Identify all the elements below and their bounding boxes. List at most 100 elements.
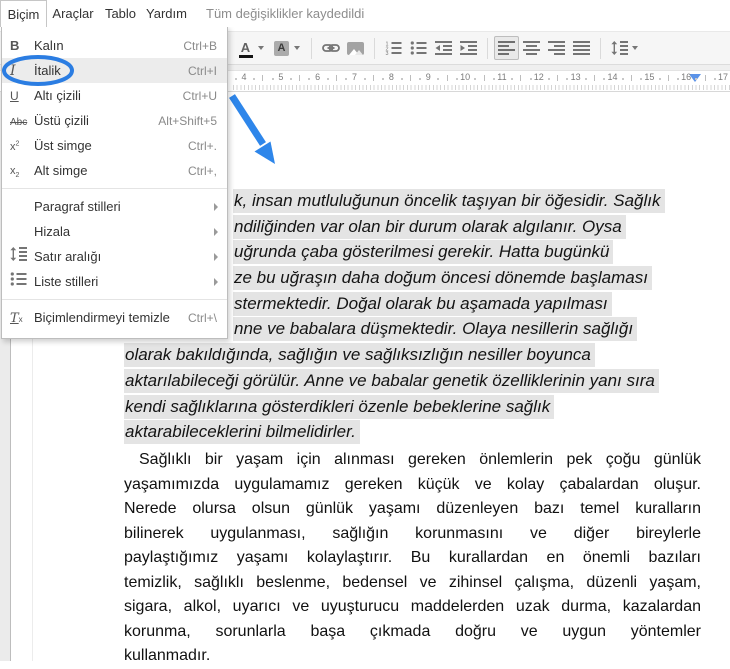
ruler-tick	[409, 75, 411, 81]
text-line[interactable]: stermektedir. Doğal olarak bu aşamada ya…	[233, 291, 724, 318]
ruler-number: 17	[718, 72, 729, 82]
ruler-tick	[345, 78, 348, 80]
menubar-item-bicim[interactable]: Biçim	[0, 0, 47, 27]
text-line[interactable]: ndiliğinden var olan bir durum olarak al…	[233, 214, 724, 241]
numbered-list-button[interactable]: 123	[381, 36, 406, 60]
text-line[interactable]: korunma, sorunlarla başa çıkmada doğru v…	[124, 620, 701, 645]
menu-item-shortcut: Ctrl+\	[187, 310, 217, 325]
bullet-list-button[interactable]	[406, 36, 431, 60]
text-line[interactable]: bilinerek uygulanması, sağlığın korunmas…	[124, 522, 701, 547]
menu-item-paragraf-stilleri[interactable]: Paragraf stilleri	[2, 194, 227, 219]
line-spacing-icon	[611, 41, 628, 55]
menu-item-label: Altı çizili	[34, 88, 81, 103]
text-line[interactable]: Nerede olursa olsun günlük yaşamı düzenl…	[124, 497, 701, 522]
line-spacing-icon	[10, 247, 34, 266]
text-line[interactable]: k, insan mutluluğunun öncelik taşıyan bi…	[233, 189, 724, 215]
ruler-tick	[363, 78, 366, 80]
text-color-button[interactable]: A	[233, 36, 258, 60]
align-justify-button[interactable]	[569, 36, 594, 60]
toolbar-divider	[311, 37, 312, 59]
ruler-tick	[594, 75, 596, 81]
text-line[interactable]: aktarılabileceği görülür. Anne ve babala…	[124, 368, 724, 395]
ruler-number: 5	[278, 72, 284, 82]
line-spacing-button[interactable]	[607, 36, 632, 60]
ruler-tick	[695, 78, 698, 80]
strikethrough-icon: Abc	[10, 116, 28, 128]
menu-item-alti-cizili[interactable]: U Altı çizili Ctrl+U	[2, 83, 227, 108]
menubar-item-yardim[interactable]: Yardım	[142, 0, 191, 27]
text-color-icon: A	[238, 39, 254, 58]
menu-item-label: Kalın	[34, 38, 64, 53]
text-line[interactable]: ze bu uğraşın daha doğum öncesi dönemde …	[233, 266, 724, 292]
selected-text: aktarabileceklerini bilmelidirler.	[124, 420, 360, 445]
insert-image-button[interactable]	[343, 36, 368, 60]
ruler-tick	[253, 78, 256, 80]
text-line[interactable]: nne ve babalara düşmektedir. Olaya nesil…	[233, 317, 724, 343]
menu-item-ust-simge[interactable]: x2 Üst simge Ctrl+.	[2, 133, 227, 158]
dropdown-caret-icon[interactable]	[294, 46, 300, 50]
dropdown-caret-icon[interactable]	[632, 46, 638, 50]
numbered-list-icon: 123	[385, 41, 402, 55]
ruler-tick	[713, 78, 716, 80]
image-icon	[347, 41, 364, 55]
ruler-tick	[400, 78, 403, 80]
toolbar-divider	[374, 37, 375, 59]
ruler-tick	[446, 75, 448, 81]
selected-text: uğrunda çaba gösterilmesi gerekir. Hatta…	[233, 240, 614, 265]
ruler-tick	[584, 78, 587, 80]
ruler-number: 9	[425, 72, 431, 82]
menu-item-kalin[interactable]: B Kalın Ctrl+B	[2, 33, 227, 58]
ruler-tick	[520, 75, 522, 81]
menu-item-hizala[interactable]: Hizala	[2, 219, 227, 244]
menu-item-label: Liste stilleri	[34, 274, 99, 289]
text-line[interactable]: sigara, alkol, uyarıcı ve uyuşturucu mad…	[124, 595, 701, 620]
menu-item-shortcut: Ctrl+I	[187, 63, 217, 78]
menu-item-bicimlendirmeyi-temizle[interactable]: Tx Biçimlendirmeyi temizle Ctrl+\	[2, 305, 227, 330]
text-line[interactable]: kendi sağlıklarına gösterdikleri özenle …	[124, 394, 724, 421]
menu-item-label: İtalik	[34, 63, 61, 78]
text-line[interactable]: uğrunda çaba gösterilmesi gerekir. Hatta…	[233, 240, 724, 266]
text-line[interactable]: kullanmadır.	[124, 644, 701, 669]
menu-item-label: Üst simge	[34, 138, 92, 153]
menubar-item-tablo[interactable]: Tablo	[99, 0, 142, 27]
ruler-number: 4	[241, 72, 247, 82]
menu-item-italik[interactable]: I İtalik Ctrl+I	[2, 58, 227, 83]
menu-item-satir-araligi[interactable]: Satır aralığı	[2, 244, 227, 269]
ruler-tick	[234, 78, 237, 80]
menubar-item-araclar[interactable]: Araçlar	[47, 0, 99, 27]
ruler-tick	[511, 78, 514, 80]
highlight-color-button[interactable]: A	[269, 36, 294, 60]
align-right-button[interactable]	[544, 36, 569, 60]
submenu-arrow-icon	[214, 252, 218, 261]
text-line[interactable]: yaşamımızda uygulamamız gereken küçük ve…	[124, 473, 701, 498]
text-line[interactable]: paylaştığımız yaşamı kolaylaştırır. Bu k…	[124, 546, 701, 571]
increase-indent-button[interactable]	[456, 36, 481, 60]
decrease-indent-button[interactable]	[431, 36, 456, 60]
menu-item-liste-stilleri[interactable]: Liste stilleri	[2, 269, 227, 294]
text-line[interactable]: aktarabileceklerini bilmelidirler.	[124, 420, 724, 446]
text-line[interactable]: temizlik, sağlıklı beslenme, bedensel ve…	[124, 571, 701, 596]
menu-item-alt-simge[interactable]: x2 Alt simge Ctrl+,	[2, 158, 227, 183]
ruler-tick	[419, 78, 421, 80]
ruler-tick	[372, 75, 374, 81]
google-docs-window: { "menubar": { "items": [ {"id": "bicim"…	[0, 0, 730, 664]
dropdown-caret-icon[interactable]	[258, 46, 264, 50]
ruler-tick	[621, 78, 624, 80]
menu-item-shortcut: Ctrl+U	[182, 88, 217, 103]
ruler-tick	[492, 78, 495, 80]
ruler-tick	[262, 75, 264, 81]
insert-link-button[interactable]	[318, 36, 343, 60]
text-line[interactable]: olarak bakıldığında, sağlığın ve sağlıks…	[124, 343, 724, 369]
menu-item-label: Alt simge	[34, 163, 88, 178]
align-left-button[interactable]	[494, 36, 519, 60]
ruler-tick	[326, 78, 329, 80]
menu-item-ustu-cizili[interactable]: Abc Üstü çizili Alt+Shift+5	[2, 108, 227, 133]
paragraph-justified[interactable]: Sağlıklı bir yaşam için alınması gereken…	[124, 448, 701, 669]
ruler-number: 7	[352, 72, 358, 82]
ruler-tick	[557, 75, 559, 81]
submenu-arrow-icon	[214, 202, 218, 211]
text-line[interactable]: Sağlıklı bir yaşam için alınması gereken…	[124, 448, 701, 473]
underline-icon: U	[10, 88, 19, 103]
align-center-button[interactable]	[519, 36, 544, 60]
toolbar-divider	[600, 37, 601, 59]
